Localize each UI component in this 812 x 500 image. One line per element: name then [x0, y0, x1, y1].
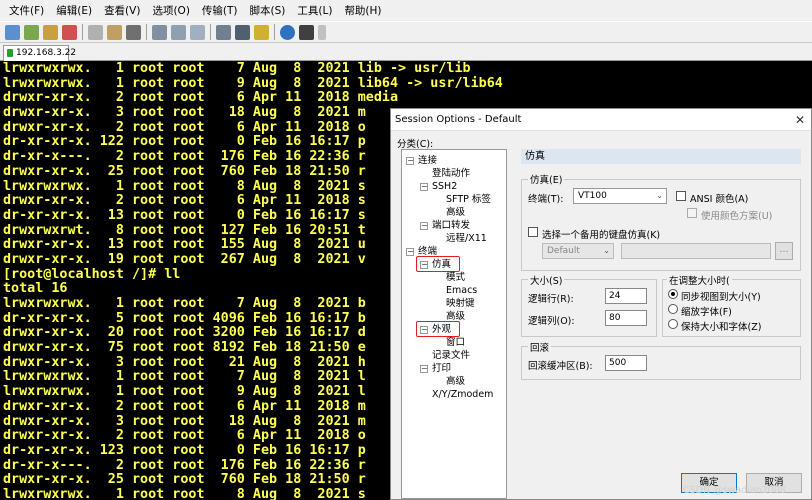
toolbar-divider [274, 24, 275, 40]
session-tab[interactable]: 192.168.3.22 [3, 45, 76, 61]
tree-item-port-forwarding[interactable]: 端口转发 [432, 220, 470, 232]
close-icon[interactable]: ✕ [795, 109, 805, 131]
alt-keyboard-path-field[interactable] [621, 243, 771, 259]
tree-item-mapped-keys[interactable]: 映射键 [446, 298, 475, 310]
keep-size-font-radio[interactable] [668, 319, 678, 329]
use-color-scheme-label: 使用颜色方案(U) [701, 211, 773, 222]
section-header: 仿真 [521, 149, 801, 164]
connected-status-icon [7, 49, 13, 57]
session-options-icon[interactable] [216, 24, 231, 40]
dropdown-icon[interactable] [318, 24, 326, 40]
terminal-type-value: VT100 [578, 191, 607, 201]
tree-item-printing[interactable]: 打印 [432, 363, 451, 375]
find-icon[interactable] [126, 24, 141, 40]
session-tab-label: 192.168.3.22 [16, 48, 77, 58]
connect-icon[interactable] [5, 24, 20, 40]
category-tree: − 连接 登陆动作 − SSH2 SFTP 标签 高级 − 端口转发 远程/X1… [401, 149, 507, 499]
collapse-toggle-icon[interactable]: − [406, 157, 414, 165]
toolbar-divider [146, 24, 147, 40]
use-color-scheme-checkbox[interactable] [687, 208, 697, 218]
sync-view-label: 同步视图到大小(Y) [681, 292, 761, 303]
logical-rows-input[interactable]: 24 [605, 288, 647, 304]
session-tab-bar: 192.168.3.22 [0, 43, 812, 61]
print-icon[interactable] [152, 24, 167, 40]
toolbar-divider [82, 24, 83, 40]
collapse-toggle-icon[interactable]: − [420, 222, 428, 230]
menu-transfer[interactable]: 传输(T) [197, 3, 243, 18]
scale-font-label: 缩放字体(F) [681, 307, 732, 318]
emulation-group-title: 仿真(E) [528, 172, 565, 186]
collapse-toggle-icon[interactable]: − [420, 365, 428, 373]
collapse-toggle-icon[interactable]: − [406, 248, 414, 256]
menu-help[interactable]: 帮助(H) [339, 3, 386, 18]
tree-item-sftp-tab[interactable]: SFTP 标签 [446, 194, 491, 206]
sync-view-radio[interactable] [668, 289, 678, 299]
menu-file[interactable]: 文件(F) [4, 3, 49, 18]
tree-item-connection[interactable]: 连接 [418, 155, 437, 167]
resize-group-title: 在调整大小时( [667, 273, 732, 287]
toolbar-divider [210, 24, 211, 40]
tree-item-log-file[interactable]: 记录文件 [432, 350, 470, 362]
chevron-down-icon: ⌄ [603, 246, 610, 255]
keep-size-font-label: 保持大小和字体(Z) [681, 322, 762, 333]
scrollback-buffer-label: 回滚缓冲区(B): [528, 361, 593, 372]
logical-cols-label: 逻辑列(O): [528, 316, 575, 327]
toolbar [0, 21, 812, 43]
tree-item-emacs[interactable]: Emacs [446, 285, 477, 297]
alt-keyboard-label: 选择一个备用的键盘仿真(K) [542, 230, 661, 241]
ansi-color-checkbox[interactable] [676, 191, 686, 201]
appearance-highlight-box [416, 321, 460, 337]
copy-icon[interactable] [88, 24, 103, 40]
menu-view[interactable]: 查看(V) [99, 3, 145, 18]
terminal-type-label: 终端(T): [528, 194, 564, 205]
tree-item-modes[interactable]: 模式 [446, 272, 465, 284]
size-group-title: 大小(S) [528, 273, 565, 287]
watermark: CSDN @swadian2008 [683, 485, 786, 496]
help-icon[interactable] [280, 24, 295, 40]
paste-icon[interactable] [107, 24, 122, 40]
logical-cols-input[interactable]: 80 [605, 310, 647, 326]
scrollback-group-title: 回滚 [528, 340, 552, 354]
emulation-highlight-box [416, 256, 460, 272]
tree-item-login-actions[interactable]: 登陆动作 [432, 168, 470, 180]
print-setup-icon[interactable] [190, 24, 205, 40]
dialog-title-bar: Session Options - Default ✕ [391, 109, 811, 131]
menu-tools[interactable]: 工具(L) [292, 3, 337, 18]
tree-item-window[interactable]: 窗口 [446, 337, 465, 349]
global-options-icon[interactable] [235, 24, 250, 40]
scrollback-buffer-input[interactable]: 500 [605, 355, 647, 371]
menu-edit[interactable]: 编辑(E) [51, 3, 97, 18]
scale-font-radio[interactable] [668, 304, 678, 314]
terminal-line: lrwxrwxrwx. 1 root root 7 Aug 8 2021 lib… [3, 61, 471, 76]
category-label: 分类(C): [397, 139, 434, 150]
print-screen-icon[interactable] [171, 24, 186, 40]
tree-item-ssh2-advanced[interactable]: 高级 [446, 207, 465, 219]
menu-script[interactable]: 脚本(S) [245, 3, 291, 18]
collapse-toggle-icon[interactable]: − [420, 183, 428, 191]
key-icon[interactable] [254, 24, 269, 40]
logical-rows-label: 逻辑行(R): [528, 294, 574, 305]
tree-item-remote-x11[interactable]: 远程/X11 [446, 233, 487, 245]
menu-options[interactable]: 选项(O) [147, 3, 194, 18]
terminal-line: drwxr-xr-x. 2 root root 6 Apr 11 2018 me… [3, 90, 399, 106]
securecrt-window: 文件(F) 编辑(E) 查看(V) 选项(O) 传输(T) 脚本(S) 工具(L… [0, 0, 812, 500]
alt-keyboard-select[interactable]: Default ⌄ [542, 243, 614, 259]
terminal-type-select[interactable]: VT100 ⌄ [573, 188, 667, 204]
alt-keyboard-value: Default [547, 246, 580, 256]
tree-item-printing-advanced[interactable]: 高级 [446, 376, 465, 388]
ansi-color-label: ANSI 颜色(A) [690, 194, 749, 205]
quick-connect-icon[interactable] [24, 24, 39, 40]
chevron-down-icon: ⌄ [656, 191, 663, 200]
terminal-icon[interactable] [299, 24, 314, 40]
menu-bar: 文件(F) 编辑(E) 查看(V) 选项(O) 传输(T) 脚本(S) 工具(L… [0, 0, 812, 21]
browse-button[interactable]: ... [775, 242, 793, 260]
dialog-title: Session Options - Default [395, 114, 522, 125]
connect-tab-icon[interactable] [43, 24, 58, 40]
alt-keyboard-checkbox[interactable] [528, 227, 538, 237]
session-options-dialog: Session Options - Default ✕ 分类(C): − 连接 … [390, 108, 812, 500]
tree-item-ssh2[interactable]: SSH2 [432, 181, 457, 193]
reconnect-icon[interactable] [62, 24, 77, 40]
tree-item-xyzmodem[interactable]: X/Y/Zmodem [432, 389, 493, 401]
